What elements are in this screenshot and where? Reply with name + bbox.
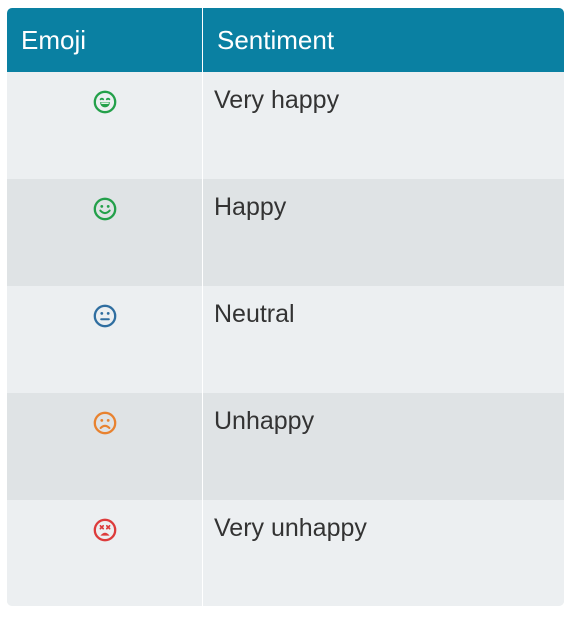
- table-row: Happy: [7, 179, 564, 286]
- table-row: Very happy: [7, 72, 564, 179]
- sentiment-label: Very happy: [214, 86, 340, 114]
- table-header: Emoji Sentiment: [7, 8, 564, 72]
- sentiment-table: Emoji Sentiment Very happy Happy Neutral…: [7, 8, 564, 606]
- happy-face-icon: [93, 197, 117, 221]
- sentiment-label: Very unhappy: [214, 514, 367, 542]
- emoji-cell: [7, 286, 203, 393]
- very-unhappy-face-icon: [93, 518, 117, 542]
- table-row: Unhappy: [7, 393, 564, 500]
- sentiment-label: Happy: [214, 193, 287, 221]
- unhappy-face-icon: [93, 411, 117, 435]
- emoji-cell: [7, 179, 203, 286]
- table-body: Very happy Happy Neutral Unhappy Very un…: [7, 72, 564, 606]
- header-sentiment: Sentiment: [217, 25, 335, 55]
- emoji-cell: [7, 72, 203, 179]
- sentiment-label: Neutral: [214, 300, 295, 328]
- sentiment-label: Unhappy: [214, 407, 315, 435]
- very-happy-face-icon: [93, 90, 117, 114]
- neutral-face-icon: [93, 304, 117, 328]
- emoji-cell: [7, 500, 203, 606]
- table-row: Very unhappy: [7, 500, 564, 606]
- emoji-cell: [7, 393, 203, 500]
- table-row: Neutral: [7, 286, 564, 393]
- header-emoji: Emoji: [7, 8, 203, 72]
